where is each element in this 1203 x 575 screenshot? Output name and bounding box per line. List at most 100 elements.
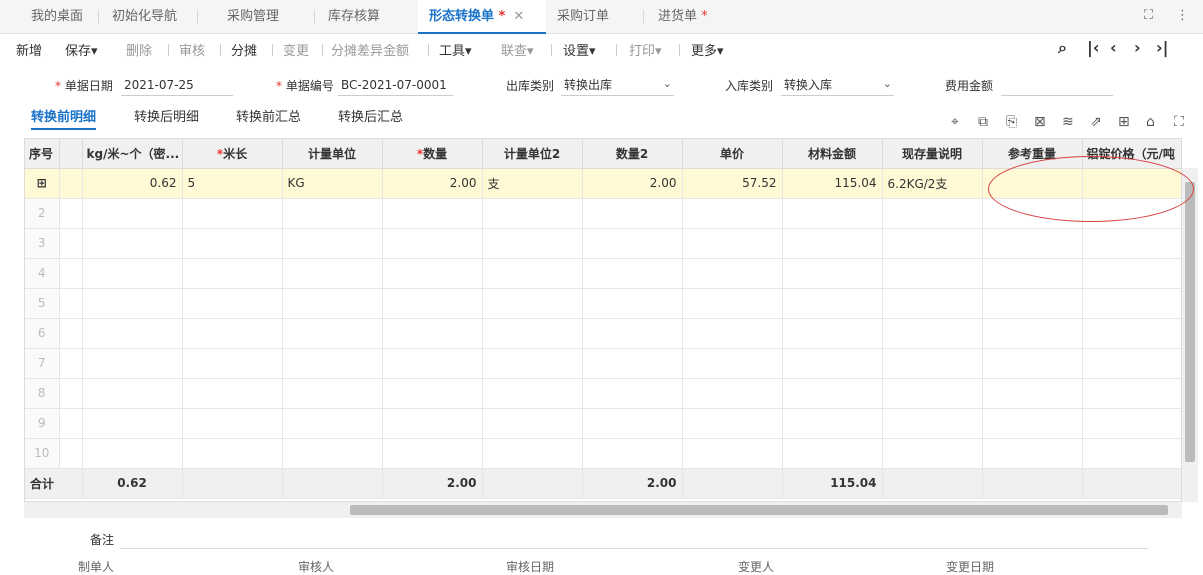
- row-number: 10: [25, 438, 60, 469]
- row-number: 5: [25, 288, 60, 319]
- new-button[interactable]: 新增: [16, 40, 42, 59]
- close-icon[interactable]: ✕: [513, 9, 524, 24]
- first-record-icon[interactable]: |‹: [1087, 38, 1099, 57]
- tab-receipt[interactable]: 进货单 *: [658, 0, 708, 34]
- approve-button[interactable]: 审核: [179, 40, 205, 59]
- last-record-icon[interactable]: ›|: [1156, 38, 1168, 57]
- table-cell[interactable]: 5: [182, 168, 283, 199]
- toolbar-separator: [272, 44, 273, 56]
- tools-menu[interactable]: 工具▾: [439, 40, 472, 59]
- remark-field[interactable]: [120, 548, 1148, 549]
- vertical-scrollbar[interactable]: [1182, 168, 1198, 502]
- copy-row-icon[interactable]: ⧉: [978, 114, 988, 130]
- paste-icon[interactable]: ⎘: [1006, 114, 1017, 130]
- annotation-circle: [988, 156, 1194, 222]
- tab-init-nav[interactable]: 初始化导航: [112, 0, 177, 34]
- change-button[interactable]: 变更: [283, 40, 309, 59]
- tab-before-summary[interactable]: 转换前汇总: [236, 106, 301, 125]
- tab-after-summary[interactable]: 转换后汇总: [338, 106, 403, 125]
- save-button[interactable]: 保存▾: [65, 40, 98, 59]
- out-type-select[interactable]: 转换出库 ⌄: [561, 76, 674, 96]
- filter-icon[interactable]: ≋: [1062, 114, 1074, 130]
- more-icon[interactable]: ⋮: [1176, 8, 1189, 23]
- tab-form-conversion[interactable]: 形态转换单 * ✕: [418, 0, 546, 34]
- scroll-thumb[interactable]: [350, 505, 1168, 515]
- total-qty2: 2.00: [582, 467, 683, 499]
- col-header-qty2[interactable]: 数量2: [582, 139, 683, 169]
- fee-field[interactable]: [1001, 76, 1113, 96]
- next-record-icon[interactable]: ›: [1134, 38, 1141, 57]
- allocate-diff-button[interactable]: 分摊差异金额: [331, 40, 409, 59]
- tab-after-detail[interactable]: 转换后明细: [134, 106, 199, 125]
- tab-purchase-mgmt[interactable]: 采购管理: [227, 0, 279, 34]
- date-field[interactable]: 2021-07-25: [121, 76, 233, 96]
- table-cell[interactable]: 0.62: [82, 168, 183, 199]
- table-row[interactable]: 6: [25, 318, 1181, 349]
- tab-purchase-order[interactable]: 采购订单: [557, 0, 609, 34]
- docno-field[interactable]: BC-2021-07-0001: [338, 76, 453, 96]
- table-cell[interactable]: 支: [482, 168, 583, 199]
- home-icon[interactable]: ⌂: [1146, 114, 1155, 130]
- table-row[interactable]: 8: [25, 378, 1181, 409]
- print-menu[interactable]: 打印▾: [629, 40, 662, 59]
- col-header-unit[interactable]: 计量单位: [282, 139, 383, 169]
- location-icon[interactable]: ⌖: [951, 114, 959, 130]
- settings-menu[interactable]: 设置▾: [563, 40, 596, 59]
- table-cell[interactable]: [59, 168, 83, 199]
- col-header-unit2[interactable]: 计量单位2: [482, 139, 583, 169]
- export-icon[interactable]: ⇗: [1090, 114, 1102, 130]
- table-cell[interactable]: 115.04: [782, 168, 883, 199]
- table-cell[interactable]: KG: [282, 168, 383, 199]
- col-header-price[interactable]: 单价: [682, 139, 783, 169]
- allocate-button[interactable]: 分摊: [231, 40, 257, 59]
- modifier-label: 变更人: [738, 560, 775, 574]
- remark-label: 备注: [90, 533, 115, 547]
- table-cell[interactable]: 2.00: [382, 168, 483, 199]
- in-type-select[interactable]: 转换入库 ⌄: [781, 76, 894, 96]
- col-header-stock-note[interactable]: 现存量说明: [882, 139, 983, 169]
- columns-icon[interactable]: ⊞: [1118, 114, 1130, 130]
- horizontal-scrollbar[interactable]: [24, 502, 1182, 518]
- fullscreen-icon[interactable]: ⛶: [1174, 114, 1184, 130]
- linked-query-menu[interactable]: 联查▾: [501, 40, 534, 59]
- more-menu[interactable]: 更多▾: [691, 40, 724, 59]
- col-header-amount[interactable]: 材料金额: [782, 139, 883, 169]
- row-number: 4: [25, 258, 60, 289]
- tab-before-detail[interactable]: 转换前明细: [31, 106, 97, 130]
- table-row[interactable]: 10: [25, 438, 1181, 469]
- fullscreen-icon[interactable]: ⛶: [1144, 8, 1153, 23]
- delete-button[interactable]: 删除: [126, 40, 152, 59]
- total-density: 0.62: [82, 467, 183, 499]
- prev-record-icon[interactable]: ‹: [1110, 38, 1117, 57]
- fee-label: 费用金额: [945, 79, 994, 93]
- col-header-rownum[interactable]: 序号: [25, 139, 60, 169]
- search-icon[interactable]: ⌕: [1058, 38, 1067, 58]
- col-header-qty[interactable]: *数量: [382, 139, 483, 169]
- table-cell[interactable]: 57.52: [682, 168, 783, 199]
- table-row[interactable]: 9: [25, 408, 1181, 439]
- toolbar-separator: [616, 44, 617, 56]
- tab-inventory-accounting[interactable]: 库存核算: [328, 0, 380, 34]
- approver-label: 审核人: [298, 560, 335, 574]
- col-header-check[interactable]: [59, 139, 83, 169]
- modify-date-label: 变更日期: [946, 560, 995, 574]
- table-row[interactable]: 4: [25, 258, 1181, 289]
- scroll-thumb[interactable]: [1185, 182, 1195, 462]
- col-header-density[interactable]: kg/米~个（密...: [82, 139, 183, 169]
- delete-row-icon[interactable]: ⊠: [1034, 114, 1046, 130]
- chevron-down-icon: ▾: [465, 44, 472, 59]
- col-header-length[interactable]: *米长: [182, 139, 283, 169]
- chevron-down-icon: ⌄: [882, 77, 892, 90]
- tab-desktop[interactable]: 我的桌面: [31, 0, 83, 34]
- row-expand-icon[interactable]: ⊞: [25, 168, 60, 199]
- table-cell[interactable]: 6.2KG/2支: [882, 168, 983, 199]
- grid-footer: 合计 0.62 2.00 2.00 115.04: [25, 467, 1181, 499]
- tab-separator: [314, 10, 315, 24]
- table-cell[interactable]: 2.00: [582, 168, 683, 199]
- detail-tabs: 转换前明细 转换后明细 转换前汇总 转换后汇总: [0, 102, 1203, 130]
- approve-date-label: 审核日期: [506, 560, 555, 574]
- table-row[interactable]: 7: [25, 348, 1181, 379]
- table-row[interactable]: 3: [25, 228, 1181, 259]
- docno-label: * 单据编号: [276, 79, 334, 93]
- table-row[interactable]: 5: [25, 288, 1181, 319]
